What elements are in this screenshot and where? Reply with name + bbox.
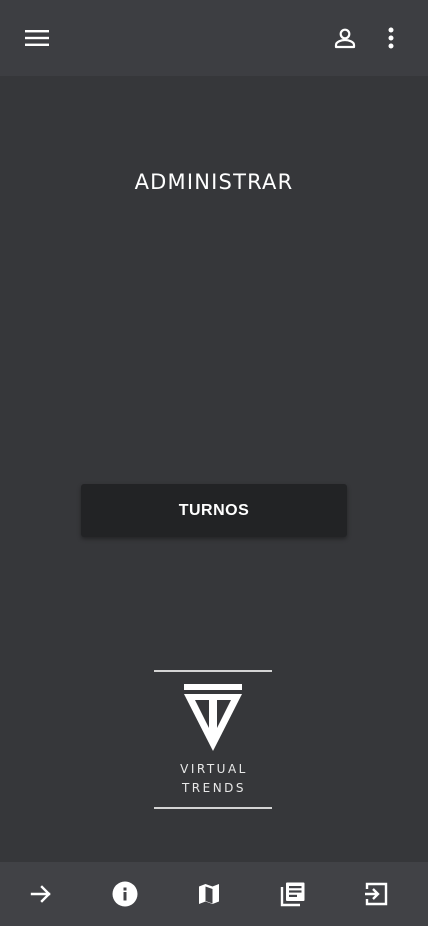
map-icon[interactable] [185, 870, 233, 918]
account-icon[interactable] [325, 18, 365, 58]
brand-bottom-rule [154, 807, 272, 809]
brand-name-line1: VIRTUAL [180, 762, 248, 776]
news-icon[interactable] [269, 870, 317, 918]
bottom-navigation-bar [0, 862, 428, 926]
app-screen: ADMINISTRAR TURNOS VIRTUAL TRENDS [0, 0, 428, 926]
virtual-trends-logo-icon [182, 684, 244, 757]
brand-top-rule [154, 670, 272, 672]
menu-icon[interactable] [17, 18, 57, 58]
turnos-button[interactable]: TURNOS [81, 484, 347, 537]
page-title: ADMINISTRAR [134, 170, 294, 194]
top-app-bar [0, 0, 428, 76]
more-vert-icon[interactable] [371, 18, 411, 58]
arrow-forward-icon[interactable] [17, 870, 65, 918]
brand-name-line2: TRENDS [181, 781, 247, 795]
brand-logo-block: VIRTUAL TRENDS [154, 670, 274, 812]
exit-icon[interactable] [352, 870, 400, 918]
info-icon[interactable] [101, 870, 149, 918]
